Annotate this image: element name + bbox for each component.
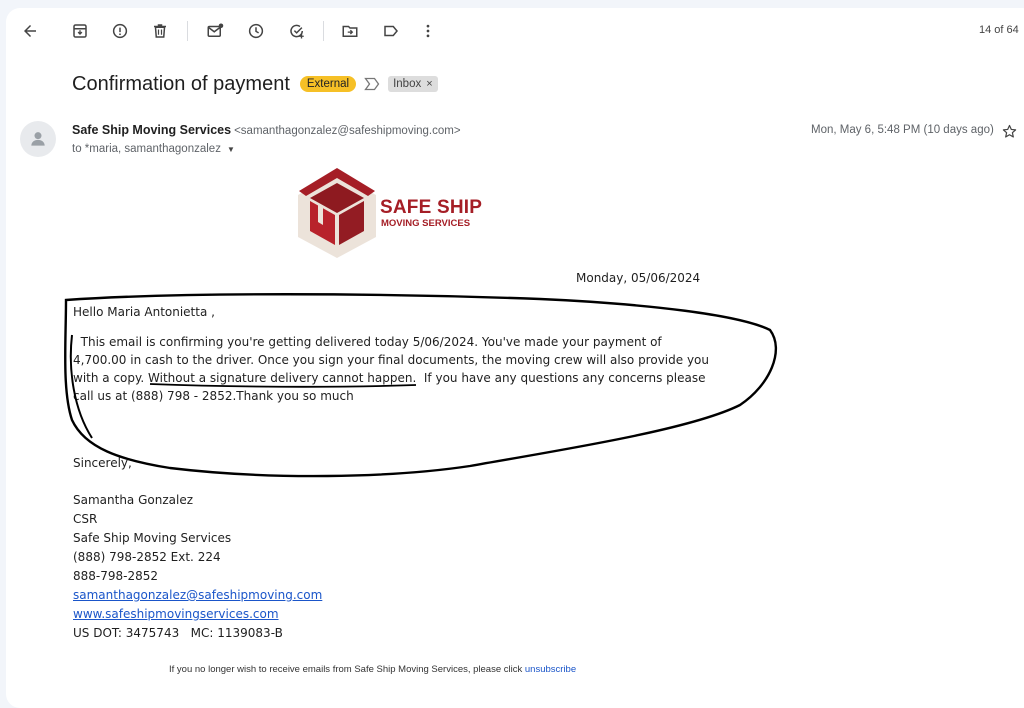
sender-line: Safe Ship Moving Services <samanthagonzal…	[72, 123, 461, 137]
signature-email-link[interactable]: samanthagonzalez@safeshipmoving.com	[73, 588, 322, 602]
show-details-icon[interactable]: ▼	[227, 145, 235, 154]
remove-label-button[interactable]: ×	[426, 78, 432, 90]
safe-ship-logo	[298, 168, 376, 258]
unsubscribe-footer: If you no longer wish to receive emails …	[169, 664, 576, 675]
signature-phone-alt: 888-798-2852	[73, 569, 159, 583]
move-to-icon[interactable]	[337, 18, 363, 44]
message-counter: 14 of 64	[979, 24, 1019, 36]
archive-icon[interactable]	[67, 18, 93, 44]
unsubscribe-link[interactable]: unsubscribe	[525, 664, 576, 675]
toolbar-divider	[187, 21, 188, 41]
paragraph-line: call us at (888) 798 - 2852.Thank you so…	[73, 389, 354, 403]
closing: Sincerely,	[73, 456, 132, 470]
toolbar-divider	[323, 21, 324, 41]
report-spam-icon[interactable]	[107, 18, 133, 44]
recipients-text: to *maria, samanthagonzalez	[72, 143, 221, 155]
signature-name: Samantha Gonzalez	[73, 493, 194, 507]
star-icon[interactable]	[1001, 123, 1018, 140]
sender-name[interactable]: Safe Ship Moving Services	[72, 123, 231, 137]
delete-icon[interactable]	[147, 18, 173, 44]
add-task-icon[interactable]	[284, 18, 310, 44]
inbox-label-text: Inbox	[393, 78, 422, 90]
snooze-icon[interactable]	[243, 18, 269, 44]
greeting: Hello Maria Antonietta ,	[73, 305, 215, 319]
more-options-icon[interactable]	[415, 18, 441, 44]
importance-marker-icon[interactable]	[364, 77, 380, 91]
inbox-label-chip: Inbox ×	[388, 76, 438, 92]
sender-email: <samanthagonzalez@safeshipmoving.com>	[234, 125, 461, 137]
logo-title: SAFE SHIP	[380, 197, 483, 218]
email-subject: Confirmation of payment	[72, 72, 290, 95]
email-toolbar: 14 of 64	[0, 0, 1024, 46]
signature-website-link[interactable]: www.safeshipmovingservices.com	[73, 607, 279, 621]
signature-company: Safe Ship Moving Services	[73, 531, 232, 545]
mark-unread-icon[interactable]	[202, 18, 228, 44]
paragraph-line: 4,700.00 in cash to the driver. Once you…	[73, 353, 709, 367]
person-icon	[31, 132, 45, 146]
signature-title: CSR	[73, 512, 98, 526]
subject-row: Confirmation of payment External Inbox ×	[72, 70, 438, 98]
letter-date: Monday, 05/06/2024	[576, 271, 701, 285]
message-paragraph: This email is confirming you're getting …	[73, 333, 723, 405]
recipients-line: to *maria, samanthagonzalez ▼	[72, 143, 235, 155]
back-arrow-icon[interactable]	[17, 18, 43, 44]
external-badge: External	[299, 76, 357, 92]
signature-phone: (888) 798-2852 Ext. 224	[73, 550, 221, 564]
signature-dot-number: US DOT: 3475743 MC: 1139083-B	[73, 626, 283, 640]
label-icon[interactable]	[378, 18, 404, 44]
email-date: Mon, May 6, 5:48 PM (10 days ago)	[811, 124, 994, 136]
paragraph-line: This email is confirming you're getting …	[73, 335, 662, 349]
logo-subtitle: MOVING SERVICES	[381, 218, 471, 229]
footer-text: If you no longer wish to receive emails …	[169, 664, 525, 675]
avatar[interactable]	[20, 121, 56, 157]
paragraph-line: with a copy. Without a signature deliver…	[73, 371, 706, 385]
